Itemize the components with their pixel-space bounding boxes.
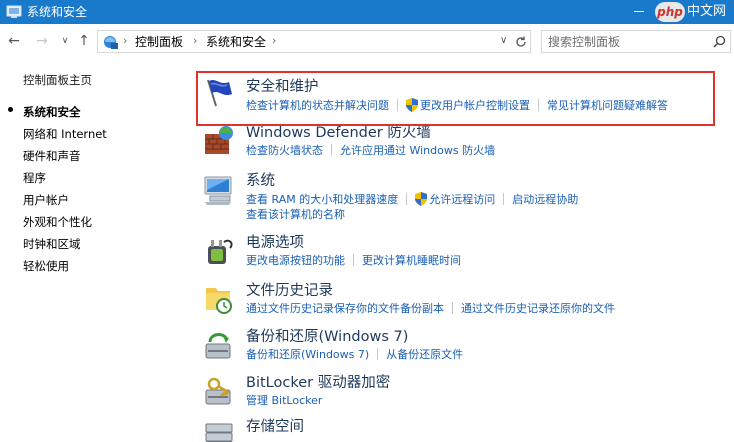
- link-firewall-status[interactable]: 检查防火墙状态: [246, 144, 323, 157]
- current-item-bullet: [8, 107, 13, 112]
- category-title[interactable]: 电源选项: [246, 234, 304, 252]
- computer-icon[interactable]: [202, 172, 236, 206]
- category-title[interactable]: 系统: [246, 172, 275, 190]
- search-icon[interactable]: [713, 35, 726, 48]
- recent-locations-icon[interactable]: ∨: [57, 33, 73, 49]
- link-save-backup[interactable]: 通过文件历史记录保存你的文件备份副本: [246, 302, 444, 315]
- link-backup-restore[interactable]: 备份和还原(Windows 7): [246, 348, 369, 361]
- link-allow-app[interactable]: 允许应用通过 Windows 防火墙: [340, 144, 495, 157]
- forward-arrow-icon[interactable]: →: [34, 33, 50, 49]
- category-title[interactable]: 存储空间: [246, 418, 304, 436]
- power-icon[interactable]: [202, 234, 236, 268]
- watermark-php: php: [655, 2, 685, 22]
- watermark-text: 中文网: [687, 4, 727, 19]
- file-history-icon[interactable]: [202, 282, 236, 316]
- category-links: 查看 RAM 的大小和处理器速度 允许远程访问 启动远程协助: [246, 192, 578, 207]
- category-firewall: Windows Defender 防火墙 检查防火墙状态 允许应用通过 Windo…: [190, 122, 734, 166]
- category-title[interactable]: 备份和还原(Windows 7): [246, 328, 408, 346]
- breadcrumb-system-security[interactable]: 系统和安全: [206, 34, 266, 50]
- search-input[interactable]: [548, 34, 708, 50]
- breadcrumb-separator-icon[interactable]: ›: [193, 33, 197, 49]
- category-backup-restore: 备份和还原(Windows 7) 备份和还原(Windows 7) 从备份还原文件: [190, 326, 734, 370]
- up-arrow-icon[interactable]: ↑: [76, 33, 92, 49]
- bitlocker-icon[interactable]: [202, 374, 236, 408]
- uac-shield-icon: [415, 192, 428, 206]
- category-title[interactable]: 文件历史记录: [246, 282, 333, 300]
- leftnav-item-user-accounts[interactable]: 用户帐户: [23, 192, 69, 208]
- breadcrumb-separator-icon[interactable]: ›: [272, 33, 276, 49]
- title-bar: 系统和安全 php 中文网: [0, 0, 734, 24]
- leftnav-control-panel-home[interactable]: 控制面板主页: [23, 72, 92, 88]
- breadcrumb-separator-icon[interactable]: ›: [123, 33, 127, 49]
- control-panel-icon: [6, 5, 22, 18]
- link-view-ram[interactable]: 查看 RAM 的大小和处理器速度: [246, 193, 398, 206]
- category-system: 系统 查看 RAM 的大小和处理器速度 允许远程访问 启动远程协助 查看该计算机的名…: [190, 170, 734, 228]
- link-restore-files[interactable]: 通过文件历史记录还原你的文件: [461, 302, 615, 315]
- link-remote-access[interactable]: 允许远程访问: [429, 193, 495, 206]
- category-links: 通过文件历史记录保存你的文件备份副本 通过文件历史记录还原你的文件: [246, 302, 615, 316]
- firewall-icon[interactable]: [202, 124, 236, 158]
- category-links: 更改电源按钮的功能 更改计算机睡眠时间: [246, 254, 461, 268]
- left-navigation: 控制面板主页 系统和安全 网络和 Internet 硬件和声音 程序 用户帐户 …: [0, 58, 190, 442]
- leftnav-item-appearance[interactable]: 外观和个性化: [23, 214, 92, 230]
- category-links: 检查防火墙状态 允许应用通过 Windows 防火墙: [246, 144, 495, 158]
- address-box[interactable]: › 控制面板 › 系统和安全 ›: [97, 30, 531, 53]
- leftnav-item-hardware-sound[interactable]: 硬件和声音: [23, 148, 81, 164]
- leftnav-item-clock-region[interactable]: 时钟和区域: [23, 236, 81, 252]
- category-links: 备份和还原(Windows 7) 从备份还原文件: [246, 348, 463, 362]
- category-title[interactable]: Windows Defender 防火墙: [246, 124, 431, 142]
- link-remote-assistance[interactable]: 启动远程协助: [512, 193, 578, 206]
- category-links-row2: 查看该计算机的名称: [246, 208, 345, 222]
- storage-icon[interactable]: [202, 420, 236, 442]
- link-power-button[interactable]: 更改电源按钮的功能: [246, 254, 345, 267]
- category-links: 管理 BitLocker: [246, 394, 322, 408]
- category-power: 电源选项 更改电源按钮的功能 更改计算机睡眠时间: [190, 232, 734, 276]
- refresh-icon[interactable]: [514, 35, 528, 49]
- leftnav-item-programs[interactable]: 程序: [23, 170, 46, 186]
- back-arrow-icon[interactable]: ←: [6, 33, 22, 49]
- link-manage-bitlocker[interactable]: 管理 BitLocker: [246, 394, 322, 407]
- address-dropdown-icon[interactable]: ∨: [500, 35, 507, 46]
- breadcrumb-control-panel[interactable]: 控制面板: [135, 34, 183, 50]
- address-bar-row: ← → ∨ ↑ › 控制面板 › 系统和安全 ›: [0, 24, 734, 58]
- category-storage-spaces: 存储空间: [190, 418, 734, 442]
- minimize-button[interactable]: [622, 0, 656, 24]
- backup-icon[interactable]: [202, 328, 236, 362]
- leftnav-item-network[interactable]: 网络和 Internet: [23, 126, 107, 142]
- leftnav-item-system-security[interactable]: 系统和安全: [23, 104, 81, 120]
- window-title: 系统和安全: [27, 5, 88, 19]
- search-box[interactable]: [541, 30, 731, 53]
- category-title[interactable]: BitLocker 驱动器加密: [246, 374, 390, 392]
- link-sleep-time[interactable]: 更改计算机睡眠时间: [362, 254, 461, 267]
- watermark: php 中文网: [655, 2, 731, 22]
- control-panel-location-icon: [104, 36, 118, 49]
- highlight-box: [196, 71, 715, 126]
- leftnav-item-ease-of-access[interactable]: 轻松使用: [23, 258, 69, 274]
- category-bitlocker: BitLocker 驱动器加密 管理 BitLocker: [190, 372, 734, 416]
- link-computer-name[interactable]: 查看该计算机的名称: [246, 208, 345, 221]
- category-file-history: 文件历史记录 通过文件历史记录保存你的文件备份副本 通过文件历史记录还原你的文件: [190, 280, 734, 324]
- link-restore-from-backup[interactable]: 从备份还原文件: [386, 348, 463, 361]
